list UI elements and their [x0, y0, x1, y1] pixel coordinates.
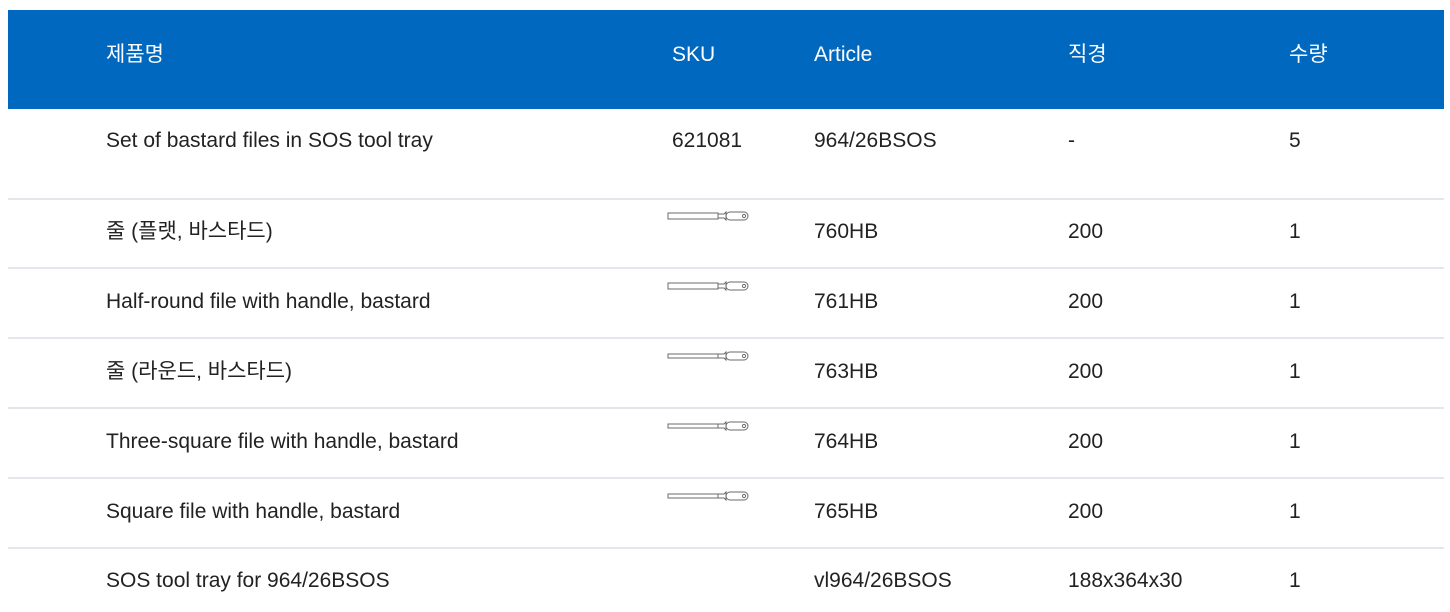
- row-divider: [8, 337, 1444, 339]
- row-divider: [8, 267, 1444, 269]
- row-diameter: -: [1068, 129, 1075, 152]
- row-article: 760HB: [814, 220, 879, 243]
- row-quantity: 1: [1289, 500, 1301, 523]
- row-sku: 621081: [672, 129, 743, 152]
- row-article: vl964/26BSOS: [814, 569, 952, 592]
- round-file-icon: [664, 350, 752, 364]
- row-name: Set of bastard files in SOS tool tray: [106, 129, 433, 152]
- row-article: 764HB: [814, 430, 879, 453]
- row-name: 줄 (라운드, 바스타드): [106, 360, 293, 383]
- row-diameter: 200: [1068, 430, 1104, 453]
- row-diameter: 200: [1068, 220, 1104, 243]
- row-quantity: 1: [1289, 220, 1301, 243]
- row-article: 964/26BSOS: [814, 129, 937, 152]
- row-name: Square file with handle, bastard: [106, 500, 401, 523]
- header-sku[interactable]: SKU: [672, 43, 715, 67]
- row-diameter: 200: [1068, 290, 1104, 313]
- row-article: 765HB: [814, 500, 879, 523]
- row-name: 줄 (플랫, 바스타드): [106, 220, 273, 243]
- header-quantity[interactable]: 수량: [1289, 43, 1328, 67]
- row-diameter: 188x364x30: [1068, 569, 1183, 592]
- row-quantity: 5: [1289, 129, 1301, 152]
- row-divider: [8, 477, 1444, 479]
- half-round-file-icon: [664, 280, 752, 294]
- row-quantity: 1: [1289, 290, 1301, 313]
- row-quantity: 1: [1289, 360, 1301, 383]
- three-square-file-icon: [664, 420, 752, 434]
- row-quantity: 1: [1289, 430, 1301, 453]
- table-header: 제품명 SKU Article 직경 수량: [8, 10, 1444, 109]
- flat-file-icon: [664, 210, 752, 224]
- row-name: Three-square file with handle, bastard: [106, 430, 459, 453]
- row-diameter: 200: [1068, 360, 1104, 383]
- row-article: 763HB: [814, 360, 879, 383]
- square-file-icon: [664, 490, 752, 504]
- row-name: SOS tool tray for 964/26BSOS: [106, 569, 390, 592]
- row-name: Half-round file with handle, bastard: [106, 290, 431, 313]
- row-divider: [8, 547, 1444, 549]
- header-diameter[interactable]: 직경: [1068, 43, 1107, 67]
- row-article: 761HB: [814, 290, 879, 313]
- row-divider: [8, 198, 1444, 200]
- header-article[interactable]: Article: [814, 43, 872, 67]
- row-divider: [8, 407, 1444, 409]
- parts-table: 제품명 SKU Article 직경 수량 Set of bastard fil…: [0, 0, 1450, 612]
- row-diameter: 200: [1068, 500, 1104, 523]
- header-name[interactable]: 제품명: [106, 43, 164, 67]
- row-quantity: 1: [1289, 569, 1301, 592]
